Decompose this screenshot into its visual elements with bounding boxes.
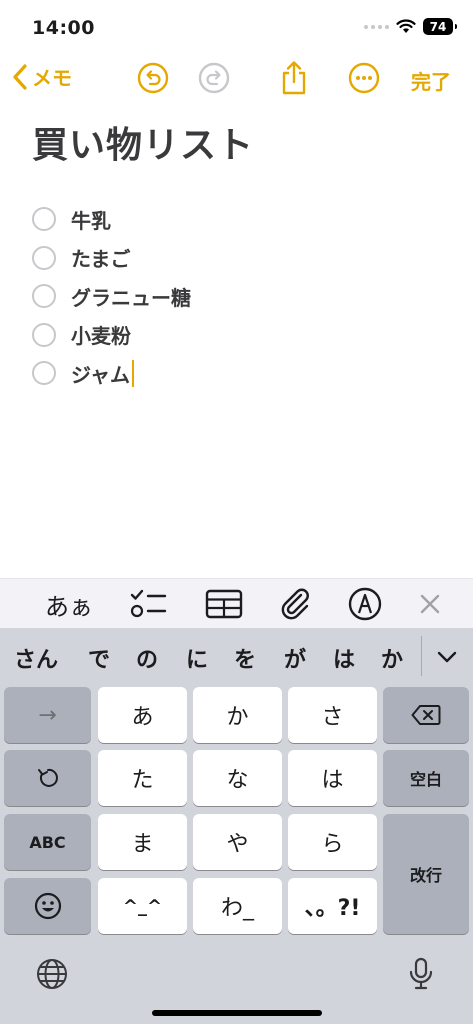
keyboard: さん で の に を が は か → あ か さ た な は 空白 ABC ま bbox=[0, 628, 473, 1024]
redo-button[interactable] bbox=[196, 60, 232, 96]
checkbox-circle[interactable] bbox=[32, 207, 56, 232]
punctuation-key[interactable]: 、。?! bbox=[288, 878, 377, 934]
return-key[interactable]: 改行 bbox=[383, 814, 469, 934]
checklist-item-label[interactable]: ジャム bbox=[71, 359, 130, 388]
space-key[interactable]: 空白 bbox=[383, 750, 469, 806]
undo-key[interactable] bbox=[4, 750, 91, 806]
globe-icon bbox=[37, 959, 67, 989]
key-ta[interactable]: た bbox=[98, 750, 187, 806]
attach-button[interactable] bbox=[276, 583, 316, 625]
close-toolbar-button[interactable] bbox=[414, 583, 446, 625]
expand-predictions-button[interactable] bbox=[432, 642, 462, 672]
text-style-label: あぁ bbox=[45, 592, 93, 621]
checkbox-circle[interactable] bbox=[32, 361, 56, 386]
share-button[interactable] bbox=[276, 60, 312, 96]
checklist: 牛乳 たまご グラニュー糖 小麦粉 ジャム bbox=[32, 200, 191, 393]
checkbox-circle[interactable] bbox=[32, 245, 56, 270]
done-button[interactable]: 完了 bbox=[411, 66, 451, 95]
emoticon-key[interactable]: ^_^ bbox=[98, 878, 187, 934]
markup-icon bbox=[348, 587, 382, 621]
checklist-item-label[interactable]: 小麦粉 bbox=[71, 320, 131, 349]
table-icon bbox=[205, 589, 243, 619]
checklist-item-label[interactable]: 牛乳 bbox=[71, 205, 111, 234]
checklist-icon bbox=[130, 589, 167, 618]
delete-key[interactable] bbox=[383, 687, 469, 743]
key-a[interactable]: あ bbox=[98, 687, 187, 743]
more-button[interactable] bbox=[346, 60, 382, 96]
prediction-word[interactable]: の bbox=[136, 642, 158, 674]
prediction-word[interactable]: か bbox=[381, 642, 403, 674]
wifi-icon bbox=[396, 19, 416, 33]
prediction-word[interactable]: が bbox=[284, 642, 306, 674]
markup-button[interactable] bbox=[345, 583, 385, 625]
share-icon bbox=[282, 61, 306, 95]
text-cursor bbox=[132, 359, 134, 387]
more-icon bbox=[348, 62, 380, 94]
close-icon bbox=[420, 594, 440, 614]
status-indicators: 74 bbox=[364, 18, 457, 35]
delete-icon bbox=[411, 705, 441, 725]
home-indicator bbox=[152, 1010, 322, 1016]
checklist-item[interactable]: ジャム bbox=[32, 354, 191, 393]
prediction-word[interactable]: さん bbox=[14, 642, 58, 674]
checkbox-circle[interactable] bbox=[32, 322, 56, 347]
emoji-icon bbox=[34, 892, 61, 920]
chevron-left-icon bbox=[13, 63, 27, 90]
prediction-word[interactable]: で bbox=[88, 642, 110, 674]
back-button[interactable]: メモ bbox=[12, 62, 72, 91]
signal-icon bbox=[364, 24, 389, 29]
key-ha[interactable]: は bbox=[288, 750, 377, 806]
undo-key-icon bbox=[37, 768, 58, 787]
battery-indicator: 74 bbox=[423, 18, 457, 35]
prediction-word[interactable]: は bbox=[333, 642, 355, 674]
checkbox-circle[interactable] bbox=[32, 284, 56, 309]
checklist-item[interactable]: 牛乳 bbox=[32, 200, 191, 239]
note-title[interactable]: 買い物リスト bbox=[32, 116, 254, 168]
paperclip-icon bbox=[281, 588, 309, 620]
checklist-button[interactable] bbox=[128, 583, 168, 625]
checklist-item[interactable]: 小麦粉 bbox=[32, 316, 191, 355]
chevron-down-icon bbox=[437, 651, 457, 663]
emoji-key[interactable] bbox=[4, 878, 91, 934]
abc-key[interactable]: ABC bbox=[4, 814, 91, 870]
back-label: メモ bbox=[32, 66, 72, 90]
key-wa[interactable]: わ_ bbox=[193, 878, 282, 934]
undo-button[interactable] bbox=[135, 60, 171, 96]
key-ma[interactable]: ま bbox=[98, 814, 187, 870]
key-na[interactable]: な bbox=[193, 750, 282, 806]
prediction-word[interactable]: を bbox=[234, 642, 256, 674]
checklist-item[interactable]: たまご bbox=[32, 239, 191, 278]
redo-icon bbox=[198, 62, 230, 94]
nav-bar: メモ 完了 bbox=[0, 54, 473, 106]
prediction-divider bbox=[421, 636, 422, 676]
mic-icon bbox=[409, 957, 433, 990]
key-ya[interactable]: や bbox=[193, 814, 282, 870]
status-time: 14:00 bbox=[32, 17, 95, 39]
key-ka[interactable]: か bbox=[193, 687, 282, 743]
checklist-item-label[interactable]: グラニュー糖 bbox=[71, 282, 191, 311]
cursor-arrow-key[interactable]: → bbox=[4, 687, 91, 743]
table-button[interactable] bbox=[204, 583, 244, 625]
checklist-item-label[interactable]: たまご bbox=[71, 243, 130, 272]
prediction-bar: さん で の に を が は か bbox=[0, 628, 473, 686]
prediction-word[interactable]: に bbox=[186, 642, 208, 674]
format-toolbar: あぁ bbox=[0, 578, 473, 628]
dictation-button[interactable] bbox=[403, 956, 439, 992]
text-style-button[interactable]: あぁ bbox=[44, 583, 94, 625]
checklist-item[interactable]: グラニュー糖 bbox=[32, 277, 191, 316]
key-ra[interactable]: ら bbox=[288, 814, 377, 870]
key-sa[interactable]: さ bbox=[288, 687, 377, 743]
undo-icon bbox=[137, 62, 169, 94]
status-bar: 14:00 74 bbox=[0, 0, 473, 54]
globe-button[interactable] bbox=[34, 956, 70, 992]
